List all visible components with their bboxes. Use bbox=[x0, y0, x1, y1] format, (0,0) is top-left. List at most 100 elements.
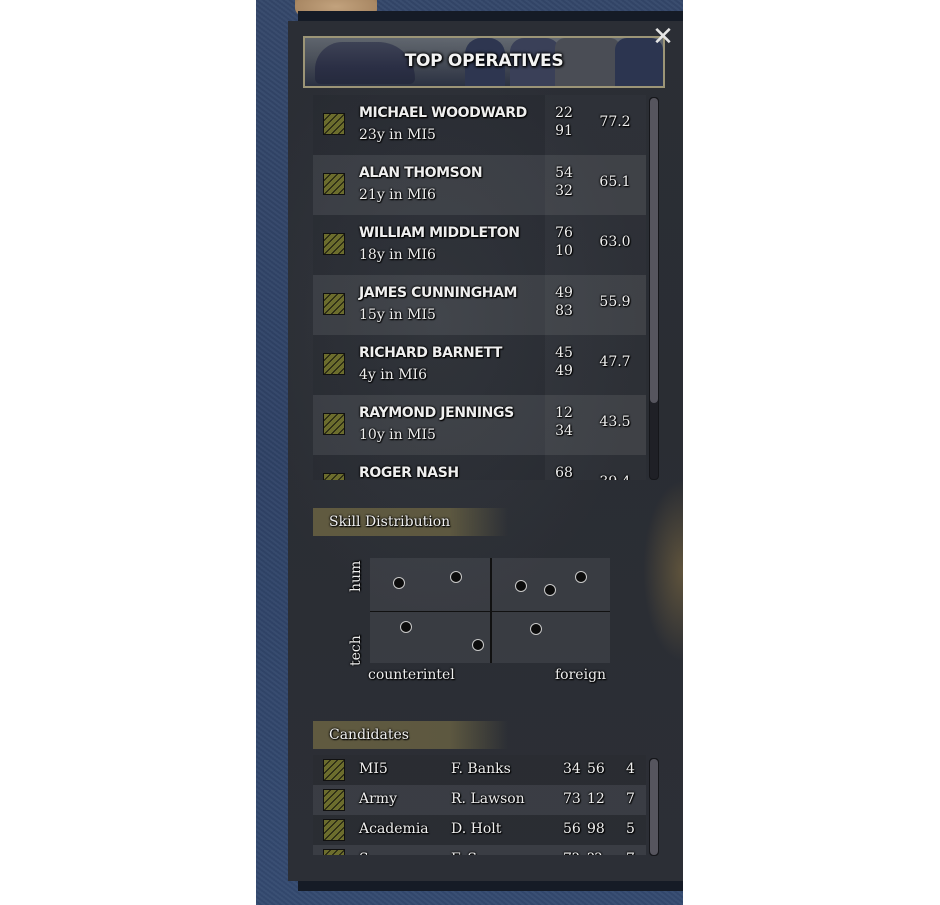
operative-stat-1: 12 bbox=[555, 405, 573, 421]
operatives-scroll-thumb[interactable] bbox=[650, 98, 658, 403]
operative-stat-1: 76 bbox=[555, 225, 573, 241]
olive-striped-flag-icon bbox=[323, 759, 345, 781]
candidate-origin: Army bbox=[359, 791, 397, 807]
operative-row[interactable]: RAYMOND JENNINGS 10y in MI5 12 34 43.5 bbox=[313, 395, 646, 455]
scatter-point-5 bbox=[575, 570, 588, 583]
candidate-name: F. S... bbox=[451, 851, 490, 855]
operative-score: 77.2 bbox=[599, 114, 631, 130]
candidate-stat-2: 56 bbox=[587, 761, 605, 777]
candidate-stat-2: 12 bbox=[587, 791, 605, 807]
operative-tenure: 18y in MI6 bbox=[359, 247, 436, 263]
skill-distribution-header: Skill Distribution bbox=[313, 508, 508, 536]
scatter-point-7 bbox=[472, 639, 484, 652]
candidates-list[interactable]: MI5 F. Banks 34 56 4 Army R. Lawson 73 1… bbox=[313, 755, 646, 855]
olive-striped-flag-icon bbox=[323, 789, 345, 811]
candidate-name: R. Lawson bbox=[451, 791, 525, 807]
x-axis-label-counterintel: counterintel bbox=[368, 667, 455, 683]
candidates-header: Candidates bbox=[313, 721, 508, 749]
operative-score: 65.1 bbox=[599, 174, 631, 190]
y-axis-label-hum: hum bbox=[348, 560, 364, 592]
operative-row[interactable]: MICHAEL WOODWARD 23y in MI5 22 91 77.2 bbox=[313, 95, 646, 155]
skill-distribution-chart: hum tech counterintel foreign bbox=[340, 550, 630, 695]
operative-stat-2: 83 bbox=[555, 303, 573, 319]
chart-plot-area bbox=[370, 558, 610, 663]
scatter-point-1 bbox=[392, 577, 405, 590]
operative-row[interactable]: RICHARD BARNETT 4y in MI6 45 49 47.7 bbox=[313, 335, 646, 395]
candidate-row[interactable]: S... F. S... 7? ?? 7 bbox=[313, 845, 646, 855]
operative-name: MICHAEL WOODWARD bbox=[359, 105, 527, 121]
operative-stat-1: 22 bbox=[555, 105, 573, 121]
candidate-origin: Academia bbox=[359, 821, 429, 837]
candidate-level: 5 bbox=[626, 821, 635, 837]
scatter-point-2 bbox=[450, 570, 463, 583]
operatives-list[interactable]: MICHAEL WOODWARD 23y in MI5 22 91 77.2 A… bbox=[313, 95, 646, 480]
operative-name: WILLIAM MIDDLETON bbox=[359, 225, 520, 241]
operatives-scrollbar[interactable] bbox=[649, 97, 659, 480]
candidates-scroll-thumb[interactable] bbox=[650, 759, 658, 855]
olive-striped-flag-icon bbox=[323, 293, 345, 315]
operative-score: 55.9 bbox=[599, 294, 631, 310]
operative-score: 47.7 bbox=[599, 354, 631, 370]
candidate-level: 7 bbox=[626, 851, 635, 855]
operative-stat-2: 34 bbox=[555, 423, 573, 439]
operative-row[interactable]: JAMES CUNNINGHAM 15y in MI5 49 83 55.9 bbox=[313, 275, 646, 335]
operative-stat-1: 45 bbox=[555, 345, 573, 361]
operative-stat-2: 91 bbox=[555, 123, 573, 139]
operative-tenure: 21y in MI6 bbox=[359, 187, 436, 203]
candidate-origin: MI5 bbox=[359, 761, 388, 777]
candidate-level: 7 bbox=[626, 791, 635, 807]
scatter-point-8 bbox=[529, 623, 542, 636]
candidate-row[interactable]: Academia D. Holt 56 98 5 bbox=[313, 815, 646, 845]
olive-striped-flag-icon bbox=[323, 113, 345, 135]
olive-striped-flag-icon bbox=[323, 173, 345, 195]
candidate-row[interactable]: MI5 F. Banks 34 56 4 bbox=[313, 755, 646, 785]
candidates-scrollbar[interactable] bbox=[649, 758, 659, 856]
operative-tenure: 15y in MI5 bbox=[359, 307, 436, 323]
scatter-point-3 bbox=[515, 580, 528, 593]
operative-name: RAYMOND JENNINGS bbox=[359, 405, 514, 421]
operative-row[interactable]: WILLIAM MIDDLETON 18y in MI6 76 10 63.0 bbox=[313, 215, 646, 275]
operative-row[interactable]: ROGER NASH 68 39.4 bbox=[313, 455, 646, 480]
operative-stat-2: 32 bbox=[555, 183, 573, 199]
x-axis-label-foreign: foreign bbox=[555, 667, 607, 683]
operative-name: ROGER NASH bbox=[359, 465, 459, 480]
olive-striped-flag-icon bbox=[323, 819, 345, 841]
operative-tenure: 23y in MI5 bbox=[359, 127, 436, 143]
candidate-stat-2: 98 bbox=[587, 821, 605, 837]
operative-name: JAMES CUNNINGHAM bbox=[359, 285, 518, 301]
operative-stat-1: 54 bbox=[555, 165, 573, 181]
olive-striped-flag-icon bbox=[323, 473, 345, 480]
olive-striped-flag-icon bbox=[323, 413, 345, 435]
operative-score: 43.5 bbox=[599, 414, 631, 430]
operative-name: RICHARD BARNETT bbox=[359, 345, 503, 361]
quadrant-divider-horizontal bbox=[370, 610, 610, 612]
operative-tenure: 4y in MI6 bbox=[359, 367, 427, 383]
close-icon[interactable]: ✕ bbox=[650, 24, 676, 51]
operative-score: 39.4 bbox=[593, 474, 637, 480]
operative-name: ALAN THOMSON bbox=[359, 165, 483, 181]
candidate-origin: S... bbox=[359, 851, 381, 855]
operative-row[interactable]: ALAN THOMSON 21y in MI6 54 32 65.1 bbox=[313, 155, 646, 215]
candidate-stat-1: 7? bbox=[563, 851, 579, 855]
candidate-name: D. Holt bbox=[451, 821, 502, 837]
operative-stat-1: 68 bbox=[555, 465, 573, 480]
scatter-point-6 bbox=[400, 621, 412, 634]
candidate-stat-1: 34 bbox=[563, 761, 581, 777]
panel-title: TOP OPERATIVES bbox=[404, 51, 564, 71]
candidate-row[interactable]: Army R. Lawson 73 12 7 bbox=[313, 785, 646, 815]
operative-stat-2: 10 bbox=[555, 243, 573, 259]
y-axis-label-tech: tech bbox=[348, 635, 364, 666]
olive-striped-flag-icon bbox=[323, 849, 345, 855]
olive-striped-flag-icon bbox=[323, 353, 345, 375]
candidate-stat-1: 73 bbox=[563, 791, 581, 807]
candidate-level: 4 bbox=[626, 761, 635, 777]
scatter-point-4 bbox=[544, 583, 556, 596]
candidate-name: F. Banks bbox=[451, 761, 511, 777]
olive-striped-flag-icon bbox=[323, 233, 345, 255]
title-banner: TOP OPERATIVES bbox=[303, 36, 665, 88]
operative-stat-1: 49 bbox=[555, 285, 573, 301]
operative-tenure: 10y in MI5 bbox=[359, 427, 436, 443]
operative-score: 63.0 bbox=[599, 234, 631, 250]
operative-stat-2: 49 bbox=[555, 363, 573, 379]
candidate-stat-1: 56 bbox=[563, 821, 581, 837]
